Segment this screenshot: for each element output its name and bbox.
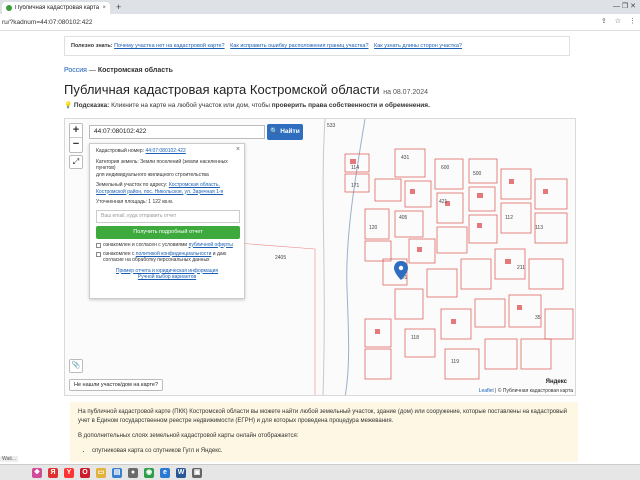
useful-link-side-lengths[interactable]: Как узнать длины сторон участка? [374, 43, 462, 49]
hint: 💡 Подсказка: Кликните на карте на любой … [64, 101, 430, 109]
parcel-popup: × Кадастровый номер: 44:07:080102:422 Ка… [89, 143, 245, 299]
map-label: 120 [369, 225, 378, 231]
find-button-label: Найти [280, 128, 300, 135]
zoom-in-button[interactable]: + [70, 124, 82, 138]
bulb-icon: 💡 [64, 102, 73, 109]
edge-icon[interactable]: e [160, 467, 170, 478]
start-icon[interactable]: ❖ [32, 467, 42, 478]
info-paragraph: На публичной кадастровой карте (ПКК) Кос… [78, 409, 567, 424]
yandex-logo: Яндекс [545, 379, 567, 385]
site-favicon-icon [6, 5, 12, 11]
popup-kadnum: Кадастровый номер: 44:07:080102:422 [96, 148, 238, 155]
area-value: 1 122 кв.м. [148, 199, 174, 205]
map-label: 500 [473, 171, 482, 177]
map-label: 405 [399, 215, 408, 221]
kadnum-label: Кадастровый номер: [96, 148, 146, 154]
fullscreen-button[interactable]: ⤢ [69, 155, 83, 169]
map-label: 118 [411, 335, 419, 341]
page-title-row: Публичная кадастровая карта Костромской … [64, 82, 428, 97]
map-label: 431 [401, 155, 410, 161]
tab-title: Публичная кадастровая карта [15, 5, 100, 11]
area-label: Уточненная площадь: [96, 199, 149, 205]
explorer-icon[interactable]: ▭ [96, 467, 106, 478]
status-text: Wait... [0, 456, 18, 462]
popup-address: Земельный участок по адресу: Костромская… [96, 182, 238, 195]
taskbar: ❖ Я Y O ▭ ▤ ● ◉ e W ▣ [0, 464, 640, 480]
breadcrumb-current: Костромская область [97, 67, 173, 74]
opera-icon[interactable]: O [80, 467, 90, 478]
useful-links-bar: Полезно знать: Почему участка нет на кад… [64, 36, 570, 56]
map-label: 113 [535, 225, 543, 231]
url-field[interactable]: ru/?kadnum=44:07:080102:422 [2, 17, 502, 28]
breadcrumb: Россия — Костромская область [64, 67, 173, 74]
map-label: 171 [351, 183, 360, 189]
address-bar: ru/?kadnum=44:07:080102:422 ⇪ ☆ ⋮ [0, 14, 640, 31]
zoom-out-button[interactable]: − [70, 138, 82, 152]
not-found-button[interactable]: Не нашли участок/дом на карте? [69, 379, 164, 391]
breadcrumb-sep: — [86, 67, 98, 74]
map-label: 119 [451, 359, 459, 365]
map-label: 112 [505, 215, 513, 221]
consent-privacy-checkbox[interactable] [96, 251, 101, 257]
consent-offer-text: ознакомлен и согласен с условиями [103, 241, 189, 248]
manual-request-link[interactable]: Ручной выбор вариантов [138, 274, 196, 280]
cadastral-map[interactable]: 533 114 171 431 600 120 405 421 500 112 … [64, 118, 576, 396]
popup-close-icon[interactable]: × [236, 146, 240, 153]
get-report-button[interactable]: Получить подробный отчет [96, 225, 240, 239]
tab-close-icon[interactable]: × [102, 5, 106, 11]
star-icon[interactable]: ☆ [615, 17, 621, 25]
app-icon[interactable]: ● [128, 467, 138, 478]
popup-area: Уточненная площадь: 1 122 кв.м. [96, 199, 238, 206]
map-label: 114 [351, 165, 359, 171]
useful-link-missing-parcel[interactable]: Почему участка нет на кадастровой карте? [114, 43, 224, 49]
popup-category: Категория земель: Земли поселений (земли… [96, 159, 238, 179]
consent-offer-checkbox[interactable] [96, 242, 101, 248]
info-bullet: спутниковая карта со спутников Гугл и Ян… [92, 447, 570, 456]
page-title: Публичная кадастровая карта Костромской … [64, 82, 380, 97]
menu-icon[interactable]: ⋮ [629, 17, 636, 25]
kadnum-search-input[interactable]: 44:07:080102:422 [89, 125, 265, 139]
browser-tab[interactable]: Публичная кадастровая карта × [2, 2, 110, 14]
find-button[interactable]: 🔍 Найти [267, 124, 303, 140]
map-label: 600 [441, 165, 450, 171]
map-label: 533 [327, 123, 336, 129]
yandex-icon[interactable]: Y [64, 467, 74, 478]
info-block: На публичной кадастровой карте (ПКК) Кос… [70, 402, 578, 462]
breadcrumb-root[interactable]: Россия [64, 67, 87, 74]
address-label: Земельный участок по адресу: [96, 182, 169, 188]
attribution-text: | © Публичная кадастровая карта [493, 388, 573, 394]
zoom-control: + − [69, 123, 83, 153]
share-icon[interactable]: ⇪ [601, 17, 607, 25]
browser-tabbar: Публичная кадастровая карта × + — ❐ ✕ [0, 0, 640, 14]
report-example-link[interactable]: Пример отчета и юридическая информация [116, 268, 218, 274]
word-icon[interactable]: W [176, 467, 186, 478]
useful-link-fix-borders[interactable]: Как исправить ошибку расположения границ… [230, 43, 368, 49]
leaflet-link[interactable]: Leaflet [479, 388, 494, 394]
hint-text: Кликните на карте на любой участок или д… [109, 102, 272, 109]
kadnum-link[interactable]: 44:07:080102:422 [146, 148, 186, 154]
monitor-icon[interactable]: ▣ [192, 467, 202, 478]
map-label: 421 [439, 199, 448, 205]
map-label: 35 [535, 315, 541, 321]
info-paragraph-2: В дополнительных слоях земельной кадастр… [78, 433, 299, 439]
chrome-icon[interactable]: ◉ [144, 467, 154, 478]
hint-label: Подсказка: [73, 102, 110, 109]
map-attribution: Leaflet | © Публичная кадастровая карта [478, 388, 573, 394]
yandex-browser-icon[interactable]: Я [48, 467, 58, 478]
window-controls[interactable]: — ❐ ✕ [613, 2, 636, 10]
hint-bold: проверить права собственности и обремене… [271, 102, 430, 109]
clip-button[interactable]: 📎 [69, 359, 83, 373]
category-label: Категория земель: [96, 158, 141, 165]
page-date: на 08.07.2024 [383, 89, 428, 96]
consent-privacy: ознакомлен с политикой конфиденциальност… [96, 251, 238, 263]
files-icon[interactable]: ▤ [112, 467, 122, 478]
offer-link[interactable]: публичной оферты [189, 242, 233, 248]
map-label: 211 [517, 265, 525, 271]
useful-label: Полезно знать: [71, 43, 113, 49]
email-field[interactable]: Ваш email, куда отправить отчет [96, 209, 240, 223]
new-tab-button[interactable]: + [116, 2, 121, 12]
use-value: для индивидуального жилищного строительс… [96, 171, 209, 178]
map-label: 2405 [275, 255, 286, 261]
consent-offer: ознакомлен и согласен с условиями публич… [96, 242, 238, 248]
